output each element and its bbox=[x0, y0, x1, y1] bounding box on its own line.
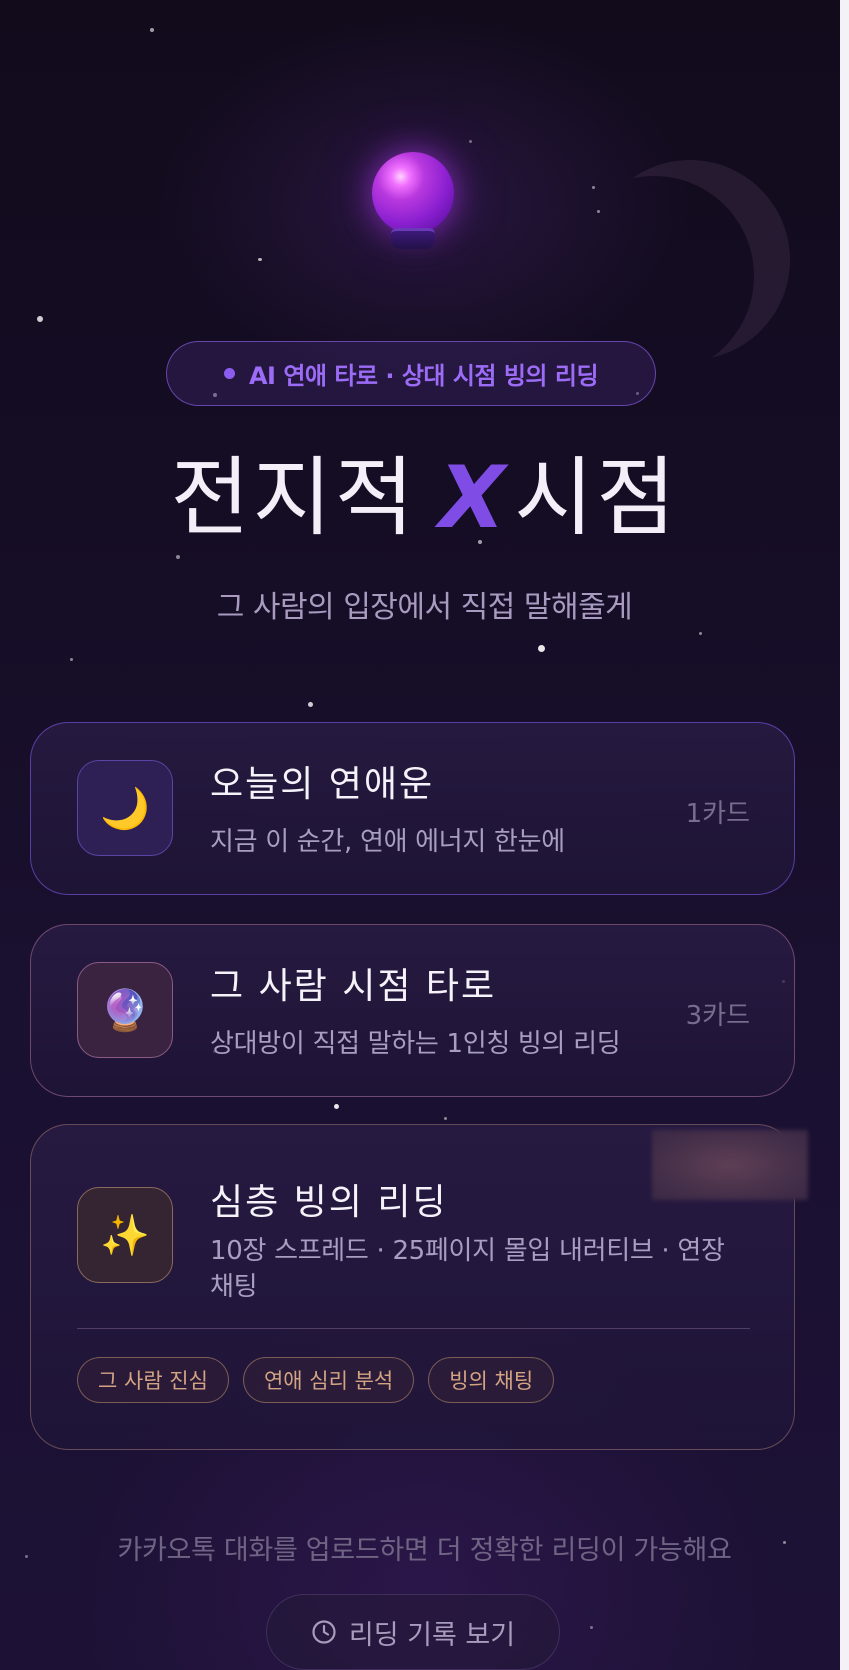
card-count: 1카드 bbox=[685, 799, 750, 829]
star bbox=[37, 316, 43, 322]
star bbox=[176, 555, 180, 559]
reading-history-button[interactable]: 리딩 기록 보기 bbox=[266, 1594, 560, 1670]
tag-list: 그 사람 진심 연애 심리 분석 빙의 채팅 bbox=[77, 1357, 555, 1403]
tag-chip: 연애 심리 분석 bbox=[242, 1357, 415, 1403]
category-badge: AI 연애 타로 · 상대 시점 빙의 리딩 bbox=[166, 341, 656, 406]
card-count: 3카드 bbox=[685, 1001, 750, 1031]
card-description: 상대방이 직접 말하는 1인칭 빙의 리딩 bbox=[210, 1029, 621, 1059]
card-divider bbox=[77, 1328, 750, 1329]
title-x: X bbox=[438, 448, 509, 548]
upload-hint: 카카오톡 대화를 업로드하면 더 정확한 리딩이 가능해요 bbox=[117, 1535, 732, 1566]
card-description: 지금 이 순간, 연애 에너지 한눈에 bbox=[210, 827, 565, 857]
star bbox=[469, 140, 472, 143]
star bbox=[597, 210, 600, 213]
star bbox=[538, 645, 545, 652]
page-title: 전지적 X시점 bbox=[0, 448, 849, 548]
card-title: 심층 빙의 리딩 bbox=[210, 1182, 448, 1223]
tag-chip: 그 사람 진심 bbox=[77, 1357, 229, 1403]
star bbox=[699, 632, 702, 635]
crystal-ball-icon bbox=[372, 152, 454, 252]
crescent-moon-icon: 🌙 bbox=[77, 760, 173, 856]
badge-label: AI 연애 타로 · 상대 시점 빙의 리딩 bbox=[248, 362, 599, 390]
page-subtitle: 그 사람의 입장에서 직접 말해줄게 bbox=[216, 590, 633, 625]
card-description: 10장 스프레드 · 25페이지 몰입 내러티브 · 연장 채팅 bbox=[210, 1236, 725, 1302]
tag-chip: 빙의 채팅 bbox=[428, 1357, 555, 1403]
card-title: 오늘의 연애운 bbox=[210, 764, 435, 805]
sparkles-icon: ✨ bbox=[77, 1187, 173, 1283]
star bbox=[334, 1104, 339, 1109]
star bbox=[150, 28, 154, 32]
star bbox=[444, 1117, 447, 1120]
blurred-overlay bbox=[652, 1130, 808, 1200]
window-edge bbox=[840, 0, 849, 1670]
star bbox=[308, 702, 313, 707]
crystal-ball-icon: 🔮 bbox=[77, 962, 173, 1058]
title-right: 시점 bbox=[514, 448, 679, 548]
history-button-label: 리딩 기록 보기 bbox=[348, 1619, 516, 1651]
star bbox=[592, 186, 595, 189]
title-left: 전지적 bbox=[170, 448, 417, 548]
crescent-moon-decoration bbox=[590, 160, 790, 360]
star bbox=[258, 258, 262, 261]
star bbox=[590, 1626, 593, 1629]
badge-dot-icon bbox=[223, 368, 235, 379]
card-title: 그 사람 시점 타로 bbox=[210, 966, 497, 1007]
clock-icon bbox=[312, 1620, 336, 1644]
menu-card-their-perspective[interactable]: 🔮 그 사람 시점 타로 상대방이 직접 말하는 1인칭 빙의 리딩 3카드 bbox=[30, 924, 795, 1097]
menu-card-daily-love[interactable]: 🌙 오늘의 연애운 지금 이 순간, 연애 에너지 한눈에 1카드 bbox=[30, 722, 795, 895]
star bbox=[70, 658, 73, 661]
